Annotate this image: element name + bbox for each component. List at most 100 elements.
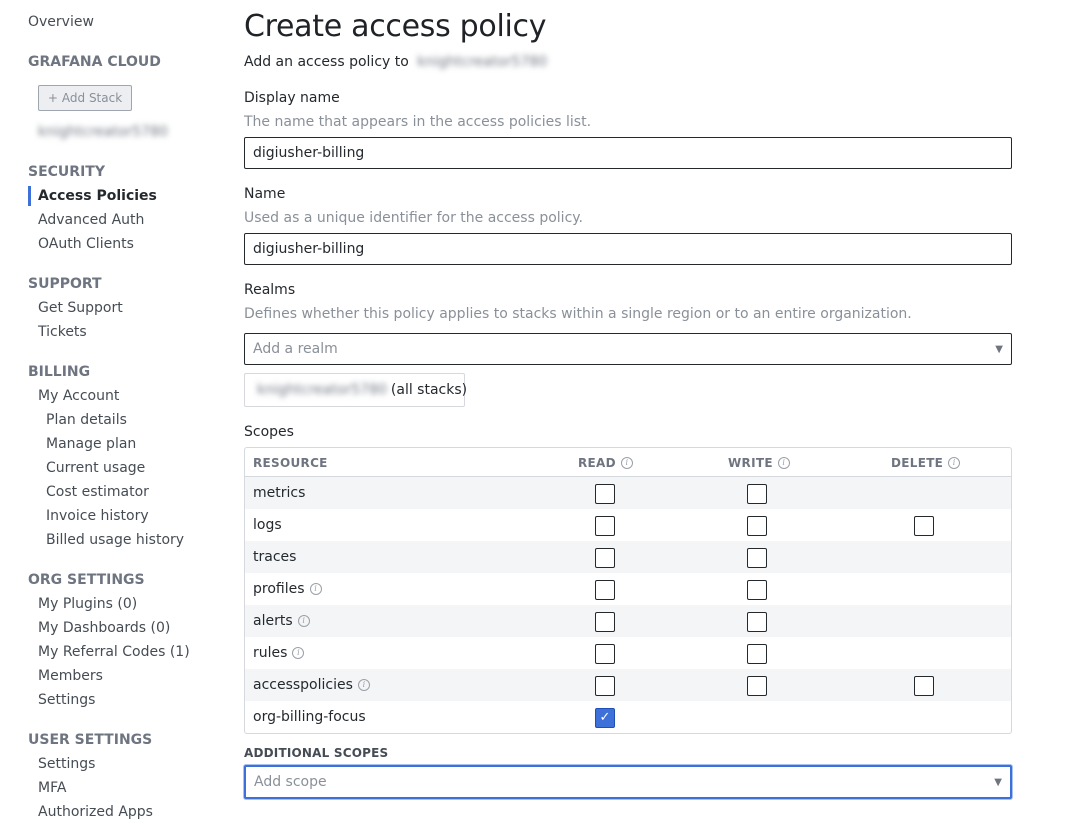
active-indicator bbox=[28, 186, 31, 206]
chevron-down-icon: ▼ bbox=[994, 776, 1002, 788]
sidebar-item-overview[interactable]: Overview bbox=[28, 14, 94, 30]
sidebar-item-user-settings[interactable]: Settings bbox=[38, 756, 95, 772]
realm-select-placeholder: Add a realm bbox=[253, 341, 338, 357]
read-checkbox[interactable] bbox=[595, 580, 615, 600]
read-checkbox[interactable] bbox=[595, 612, 615, 632]
sidebar-item-org-settings[interactable]: Settings bbox=[38, 692, 95, 708]
sidebar-heading-grafana-cloud: GRAFANA CLOUD bbox=[28, 54, 161, 70]
sidebar-item-members[interactable]: Members bbox=[38, 668, 103, 684]
sidebar-heading-security: SECURITY bbox=[28, 164, 105, 180]
info-icon[interactable]: i bbox=[297, 615, 310, 627]
sidebar-item-current-usage[interactable]: Current usage bbox=[46, 460, 145, 476]
header-read: READ i bbox=[578, 456, 633, 470]
scope-resource-name: logs bbox=[253, 517, 282, 533]
sidebar-item-get-support[interactable]: Get Support bbox=[38, 300, 123, 316]
chevron-down-icon: ▼ bbox=[995, 343, 1003, 355]
display-name-label: Display name bbox=[244, 90, 340, 106]
sidebar-item-stack[interactable]: knightcreator5780 bbox=[38, 124, 168, 140]
read-checkbox[interactable]: ✓ bbox=[595, 708, 615, 728]
sidebar-item-mfa[interactable]: MFA bbox=[38, 780, 66, 796]
sidebar-item-access-policies[interactable]: Access Policies bbox=[38, 188, 157, 204]
sidebar-item-oauth-clients[interactable]: OAuth Clients bbox=[38, 236, 134, 252]
write-checkbox[interactable] bbox=[747, 644, 767, 664]
delete-checkbox[interactable] bbox=[914, 676, 934, 696]
scope-row: rules i bbox=[245, 637, 1011, 669]
info-icon[interactable]: i bbox=[948, 457, 961, 469]
name-input[interactable] bbox=[244, 233, 1012, 265]
sidebar-item-cost-estimator[interactable]: Cost estimator bbox=[46, 484, 149, 500]
sidebar-item-my-referral-codes[interactable]: My Referral Codes (1) bbox=[38, 644, 190, 660]
scope-resource-name: traces bbox=[253, 549, 296, 565]
read-checkbox[interactable] bbox=[595, 676, 615, 696]
scope-row: accesspolicies i bbox=[245, 669, 1011, 701]
sidebar-item-tickets[interactable]: Tickets bbox=[38, 324, 87, 340]
info-icon[interactable]: i bbox=[357, 679, 370, 691]
plus-icon: + bbox=[47, 91, 58, 105]
sidebar-item-my-plugins[interactable]: My Plugins (0) bbox=[38, 596, 137, 612]
scope-resource-label: alerts bbox=[253, 613, 293, 629]
scope-row: logs bbox=[245, 509, 1011, 541]
add-scope-select[interactable]: Add scope ▼ bbox=[244, 765, 1012, 799]
delete-checkbox[interactable] bbox=[914, 516, 934, 536]
write-checkbox[interactable] bbox=[747, 516, 767, 536]
display-name-input[interactable] bbox=[244, 137, 1012, 169]
page-title: Create access policy bbox=[244, 9, 547, 44]
scope-row: alerts i bbox=[245, 605, 1011, 637]
header-write: WRITE i bbox=[728, 456, 790, 470]
realm-chip-suffix: (all stacks) bbox=[390, 382, 468, 398]
sidebar-item-plan-details[interactable]: Plan details bbox=[46, 412, 127, 428]
sidebar-heading-org-settings: ORG SETTINGS bbox=[28, 572, 145, 588]
display-name-hint: The name that appears in the access poli… bbox=[244, 114, 592, 130]
write-checkbox[interactable] bbox=[747, 484, 767, 504]
scope-resource-name: profiles i bbox=[253, 581, 322, 597]
write-checkbox[interactable] bbox=[747, 548, 767, 568]
scope-row: metrics bbox=[245, 477, 1011, 509]
sidebar-item-my-account[interactable]: My Account bbox=[38, 388, 119, 404]
scope-resource-label: traces bbox=[253, 549, 297, 565]
sidebar-item-authorized-apps[interactable]: Authorized Apps bbox=[38, 804, 153, 820]
read-checkbox[interactable] bbox=[595, 548, 615, 568]
scope-resource-name: metrics bbox=[253, 485, 305, 501]
add-scope-placeholder: Add scope bbox=[254, 774, 327, 790]
realm-select[interactable]: Add a realm ▼ bbox=[244, 333, 1012, 365]
header-resource: RESOURCE bbox=[253, 456, 328, 470]
read-checkbox[interactable] bbox=[595, 516, 615, 536]
name-label: Name bbox=[244, 186, 286, 202]
info-icon[interactable]: i bbox=[777, 457, 790, 469]
scope-resource-name: accesspolicies i bbox=[253, 677, 370, 693]
sidebar-item-manage-plan[interactable]: Manage plan bbox=[46, 436, 136, 452]
read-checkbox[interactable] bbox=[595, 484, 615, 504]
scopes-table: RESOURCE READ i WRITE i DELETE i metrics log… bbox=[244, 447, 1012, 734]
realm-chip-name: knightcreator5780 bbox=[257, 382, 387, 398]
scope-row: org-billing-focus ✓ bbox=[245, 701, 1011, 733]
sidebar-item-advanced-auth[interactable]: Advanced Auth bbox=[38, 212, 144, 228]
header-delete: DELETE i bbox=[891, 456, 961, 470]
sidebar-heading-billing: BILLING bbox=[28, 364, 91, 380]
scope-resource-label: org-billing-focus bbox=[253, 709, 366, 725]
page-subtitle: Add an access policy to knightcreator578… bbox=[244, 54, 547, 70]
info-icon[interactable]: i bbox=[620, 457, 633, 469]
sidebar-item-billed-usage-history[interactable]: Billed usage history bbox=[46, 532, 184, 548]
scope-resource-label: profiles bbox=[253, 581, 305, 597]
additional-scopes-label: ADDITIONAL SCOPES bbox=[244, 746, 389, 760]
scope-row: traces bbox=[245, 541, 1011, 573]
realms-hint: Defines whether this policy applies to s… bbox=[244, 306, 912, 322]
scope-resource-name: alerts i bbox=[253, 613, 310, 629]
write-checkbox[interactable] bbox=[747, 612, 767, 632]
scope-resource-label: metrics bbox=[253, 485, 306, 501]
write-checkbox[interactable] bbox=[747, 676, 767, 696]
sidebar-heading-support: SUPPORT bbox=[28, 276, 102, 292]
scopes-table-header: RESOURCE READ i WRITE i DELETE i bbox=[245, 448, 1011, 477]
realm-chip[interactable]: knightcreator5780 (all stacks) bbox=[244, 373, 468, 407]
info-icon[interactable]: i bbox=[292, 647, 305, 659]
write-checkbox[interactable] bbox=[747, 580, 767, 600]
sidebar-heading-user-settings: USER SETTINGS bbox=[28, 732, 153, 748]
add-stack-button[interactable]: + Add Stack bbox=[38, 85, 132, 111]
sidebar-item-invoice-history[interactable]: Invoice history bbox=[46, 508, 149, 524]
info-icon[interactable]: i bbox=[309, 583, 322, 595]
read-checkbox[interactable] bbox=[595, 644, 615, 664]
scopes-label: Scopes bbox=[244, 424, 294, 440]
realms-label: Realms bbox=[244, 282, 296, 298]
sidebar-item-my-dashboards[interactable]: My Dashboards (0) bbox=[38, 620, 170, 636]
scope-resource-name: rules i bbox=[253, 645, 305, 661]
